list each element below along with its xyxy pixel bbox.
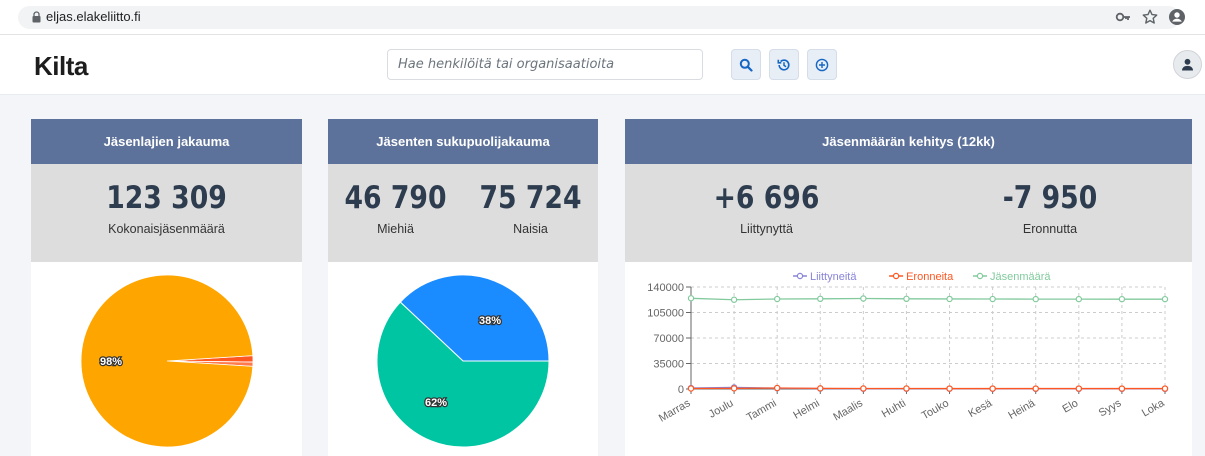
- legend-entry: Liittyneitä: [810, 271, 857, 283]
- card-chart-area: 38% 62%: [328, 262, 598, 456]
- x-tick-label: Joulu: [707, 397, 736, 421]
- data-point: [1161, 295, 1169, 303]
- card-title: Jäsenmäärän kehitys (12kk): [625, 119, 1192, 164]
- legend-entry: Jäsenmäärä: [990, 271, 1051, 283]
- data-point: [1032, 295, 1039, 303]
- data-point: [989, 295, 996, 303]
- x-tick-label: Syys: [1097, 397, 1124, 420]
- resigned-label: Eronnutta: [1022, 222, 1078, 236]
- card-stats: +6 696 Liittynyttä -7 950 Eronnutta: [625, 164, 1192, 262]
- data-point: [773, 384, 781, 392]
- x-tick-label: Huhti: [880, 397, 908, 420]
- data-point: [1118, 295, 1126, 303]
- card-title: Jäsenten sukupuolijakauma: [328, 119, 598, 164]
- search-icon: [739, 58, 753, 72]
- membership-line-chart: 0 35000 70000 105000 140000 Marras Joulu Tammi H…: [647, 271, 1169, 425]
- gender-card: Jäsenten sukupuolijakauma 46 790 Miehiä …: [328, 119, 598, 456]
- legend-marker: [976, 272, 984, 280]
- add-button[interactable]: [807, 49, 837, 80]
- member-types-pie-chart: 98%: [80, 274, 254, 448]
- series-line: [690, 387, 1165, 390]
- data-point: [687, 295, 695, 302]
- joined-label: Liittynyttä: [740, 222, 793, 236]
- card-chart-area: 0 35000 70000 105000 140000 Marras Joulu Tammi H…: [625, 262, 1192, 456]
- legend-marker: [892, 272, 900, 280]
- x-tick-label: Maalis: [831, 397, 865, 424]
- women-value: 75 724: [479, 180, 582, 216]
- data-point: [860, 385, 867, 392]
- men-label: Miehiä: [377, 222, 414, 236]
- data-point: [903, 295, 910, 303]
- legend-entry: Eronneita: [906, 271, 954, 283]
- card-stats: 123 309 Kokonaisjäsenmäärä: [31, 164, 302, 262]
- x-tick-label: Heinä: [1006, 397, 1038, 422]
- data-point: [1118, 385, 1126, 392]
- history-icon: [777, 58, 790, 71]
- x-tick-label: Elo: [1061, 397, 1081, 415]
- y-tick-label: 140000: [647, 282, 684, 294]
- pie-data-label: 98%: [100, 356, 122, 368]
- x-tick-label: Kesä: [966, 397, 994, 420]
- data-point: [989, 385, 996, 392]
- key-icon[interactable]: [1114, 8, 1132, 26]
- total-members-label: Kokonaisjäsenmäärä: [108, 222, 225, 236]
- data-point: [1075, 385, 1083, 392]
- data-point: [773, 295, 781, 303]
- data-point: [817, 295, 824, 303]
- search-button[interactable]: [731, 49, 761, 80]
- membership-trend-card: Jäsenmäärän kehitys (12kk) +6 696 Liitty…: [625, 119, 1192, 456]
- account-circle-icon[interactable]: [1168, 8, 1186, 26]
- data-point: [1161, 385, 1169, 392]
- x-tick-label: Helmi: [791, 397, 821, 421]
- url-text[interactable]: eljas.elakeliitto.fi: [46, 9, 141, 24]
- data-point: [946, 385, 953, 392]
- data-point: [730, 385, 738, 392]
- joined-value: +6 696: [713, 180, 820, 216]
- series-line: [690, 297, 1165, 301]
- history-button[interactable]: [769, 49, 799, 80]
- data-point: [687, 385, 695, 392]
- pie-data-label: 38%: [479, 315, 501, 327]
- lock-icon: [32, 11, 41, 23]
- card-chart-area: 98%: [31, 262, 302, 456]
- card-stats: 46 790 Miehiä 75 724 Naisia: [328, 164, 598, 262]
- total-members-value: 123 309: [106, 180, 227, 216]
- y-tick-label: 105000: [647, 308, 684, 320]
- y-tick-label: 0: [678, 384, 684, 396]
- user-menu-button[interactable]: [1173, 50, 1202, 79]
- x-tick-label: Tammi: [745, 397, 779, 424]
- app-logo[interactable]: Kilta: [34, 51, 88, 82]
- browser-bar: eljas.elakeliitto.fi: [0, 0, 1205, 35]
- member-types-card: Jäsenlajien jakauma 123 309 Kokonaisjäse…: [31, 119, 302, 456]
- x-tick-label: Loka: [1140, 397, 1167, 420]
- data-point: [730, 296, 738, 303]
- card-title: Jäsenlajien jakauma: [31, 119, 302, 164]
- gender-pie-chart: 38% 62%: [376, 274, 550, 448]
- men-value: 46 790: [344, 180, 447, 216]
- user-icon: [1182, 58, 1193, 71]
- data-point: [1075, 295, 1083, 303]
- y-tick-label: 35000: [653, 359, 684, 371]
- data-point: [817, 385, 824, 392]
- data-point: [903, 385, 910, 392]
- women-label: Naisia: [513, 222, 548, 236]
- data-point: [860, 295, 867, 302]
- x-tick-label: Marras: [657, 397, 693, 425]
- y-tick-label: 70000: [653, 333, 684, 345]
- pie-data-label: 62%: [425, 397, 447, 409]
- star-icon[interactable]: [1141, 8, 1159, 26]
- resigned-value: -7 950: [1002, 180, 1098, 216]
- app-header: Kilta: [0, 35, 1205, 95]
- data-point: [1032, 385, 1039, 392]
- legend-marker: [796, 272, 804, 280]
- address-bar[interactable]: [18, 6, 1180, 29]
- data-point: [946, 295, 953, 303]
- plus-circle-icon: [815, 58, 829, 71]
- x-tick-label: Touko: [920, 397, 951, 422]
- search-input[interactable]: [387, 49, 703, 80]
